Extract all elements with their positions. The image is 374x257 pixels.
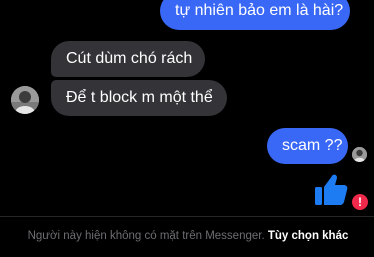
seen-avatar (352, 147, 367, 162)
message-text: scam ?? (282, 137, 343, 154)
contact-avatar[interactable] (11, 86, 39, 114)
more-options-link[interactable]: Tùy chọn khác (268, 230, 349, 242)
incoming-message-bubble[interactable]: Cút dùm chó rách (51, 41, 205, 77)
exclamation-icon[interactable]: ! (352, 194, 368, 210)
outgoing-message-bubble[interactable]: tự nhiên bảo em là hài? (160, 0, 350, 30)
message-text: Để t block m một thể (66, 89, 213, 106)
chat-screen: tự nhiên bảo em là hài? Cút dùm chó rách… (0, 0, 374, 257)
notice-text: Người này hiện không có mặt trên Messeng… (27, 230, 268, 242)
seen-avatar-image (352, 147, 367, 162)
outgoing-message-bubble[interactable]: scam ?? (267, 128, 348, 164)
incoming-message-bubble[interactable]: Để t block m một thể (51, 80, 227, 116)
contact-avatar-image (11, 86, 39, 114)
divider (0, 216, 374, 217)
thumbs-up-icon[interactable] (313, 172, 349, 208)
message-text: Cút dùm chó rách (66, 50, 193, 67)
unavailable-notice: Người này hiện không có mặt trên Messeng… (16, 229, 360, 244)
message-text: tự nhiên bảo em là hài? (175, 2, 344, 19)
